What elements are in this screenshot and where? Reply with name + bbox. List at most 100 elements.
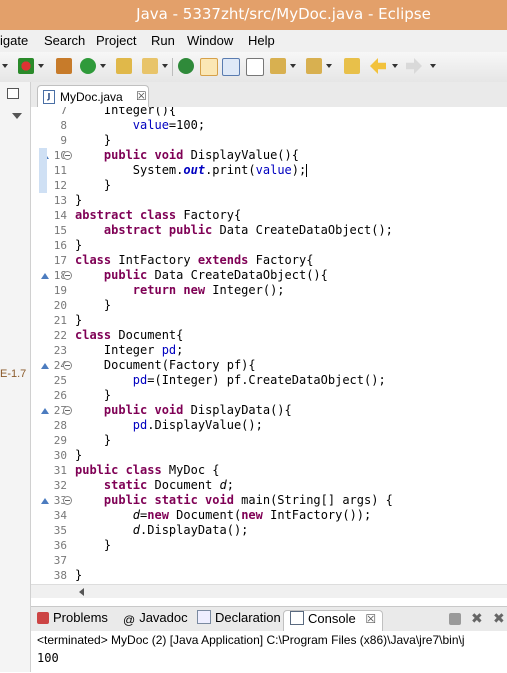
code-token: ; (176, 343, 184, 357)
tab-problems-label: Problems (53, 610, 108, 625)
tab-declaration-label: Declaration (215, 610, 281, 625)
debug-icon[interactable] (18, 58, 34, 74)
code-token: } (75, 433, 112, 447)
toolbar (0, 52, 507, 83)
last-edit-location-icon[interactable] (344, 58, 360, 74)
search-icon[interactable] (178, 58, 194, 74)
chevron-down-icon[interactable] (38, 64, 44, 68)
mark-occurrences-icon[interactable] (200, 58, 218, 76)
fold-toggle-icon[interactable] (63, 361, 72, 370)
chevron-down-icon[interactable] (290, 64, 296, 68)
code-line: public void DisplayData(){ (75, 403, 292, 418)
block-selection-icon[interactable] (222, 58, 240, 76)
tab-problems[interactable]: Problems (37, 610, 108, 630)
view-menu-icon[interactable] (12, 113, 22, 119)
code-token: .print( (205, 163, 256, 177)
line-number: 9 (60, 134, 67, 147)
package-explorer-panel: E-1.7 (0, 82, 31, 672)
title-bar: Java - 5337zht/src/MyDoc.java - Eclipse (0, 0, 507, 30)
line-number: 14 (53, 209, 67, 222)
terminate-icon[interactable] (449, 613, 461, 625)
console-output: 100 (37, 651, 59, 665)
code-token: IntFactory()); (262, 508, 372, 522)
menu-navigate[interactable]: igate (0, 33, 28, 48)
tab-console[interactable]: Console ☒ (283, 610, 384, 631)
forward-arrow-icon[interactable] (406, 58, 422, 74)
code-line: abstract class Factory{ (75, 208, 241, 223)
code-token: public static void (103, 493, 234, 507)
chevron-down-icon[interactable] (430, 64, 436, 68)
next-annotation-icon[interactable] (270, 58, 286, 74)
line-number: 26 (53, 389, 67, 402)
java-file-icon: J (43, 90, 55, 104)
chevron-down-icon[interactable] (162, 64, 168, 68)
code-line: public static void main(String[] args) { (75, 493, 393, 508)
external-tools-icon[interactable] (142, 58, 158, 74)
code-token: Document (147, 478, 220, 492)
line-number: 30 (53, 449, 67, 462)
code-token: pd (161, 343, 177, 357)
code-token: args (342, 493, 372, 507)
tab-javadoc[interactable]: @ Javadoc (123, 610, 188, 630)
code-token: } (75, 388, 112, 402)
horizontal-scrollbar[interactable] (31, 584, 507, 598)
close-icon[interactable]: ☒ (365, 612, 376, 626)
line-number: 8 (60, 119, 67, 132)
line-number: 32 (53, 479, 67, 492)
previous-annotation-icon[interactable] (306, 58, 322, 74)
fold-toggle-icon[interactable] (63, 406, 72, 415)
fold-toggle-icon[interactable] (63, 496, 72, 505)
tab-label: MyDoc.java (60, 90, 123, 104)
code-line: public Data CreateDataObject(){ (75, 268, 328, 283)
restore-icon[interactable] (7, 88, 19, 99)
tab-mydoc-java[interactable]: J MyDoc.java ☒ (37, 85, 149, 108)
code-token: pf (226, 373, 242, 387)
menu-window[interactable]: Window (187, 33, 233, 48)
open-type-icon[interactable] (116, 58, 132, 74)
chevron-down-icon[interactable] (2, 64, 8, 68)
chevron-down-icon[interactable] (392, 64, 398, 68)
remove-launch-icon[interactable]: ✖ (471, 612, 483, 626)
code-token: class (75, 328, 112, 342)
code-line: } (75, 433, 111, 448)
code-line: } (75, 388, 111, 403)
code-token: d (219, 478, 227, 492)
code-token: ) { (371, 493, 393, 507)
code-token: Document{ (111, 328, 184, 342)
code-token: .CreateDataObject(); (241, 373, 386, 387)
scroll-left-icon[interactable] (79, 588, 84, 596)
menu-run[interactable]: Run (151, 33, 175, 48)
views-tab-bar: Problems @ Javadoc Declaration Console ☒ … (31, 606, 507, 632)
remove-all-icon[interactable]: ✖ (493, 612, 505, 626)
code-token: d (132, 523, 141, 537)
code-token: ; (226, 478, 234, 492)
code-token: =100; (168, 118, 206, 132)
chevron-down-icon[interactable] (326, 64, 332, 68)
build-icon[interactable] (56, 58, 72, 74)
menu-help[interactable]: Help (248, 33, 275, 48)
line-number: 34 (53, 509, 67, 522)
code-token: } (75, 538, 112, 552)
code-token: } (75, 133, 112, 147)
fold-toggle-icon[interactable] (63, 271, 72, 280)
show-whitespace-icon[interactable] (246, 58, 264, 76)
menu-search[interactable]: Search (44, 33, 85, 48)
menu-project[interactable]: Project (96, 33, 136, 48)
line-number-gutter: 7 8 9 10 11 12 13 14 15 16 17 18 19 20 21 22 23 24 25 26 27 2… (35, 107, 73, 584)
code-editor[interactable]: 7 8 9 10 11 12 13 14 15 16 17 18 19 20 21 22 23 24 25 26 27 2… (31, 107, 507, 584)
fold-toggle-icon[interactable] (63, 151, 72, 160)
line-number: 31 (53, 464, 67, 477)
code-area[interactable]: Integer(){ value=100; } public void Disp… (75, 107, 507, 584)
run-icon[interactable] (80, 58, 96, 74)
back-arrow-icon[interactable] (370, 58, 386, 74)
code-token: extends (197, 253, 249, 267)
console-view[interactable]: <terminated> MyDoc (2) [Java Application… (31, 631, 507, 673)
tab-declaration[interactable]: Declaration (197, 610, 281, 630)
code-token: abstract public (103, 223, 213, 237)
close-icon[interactable]: ☒ (136, 89, 147, 103)
line-number: 29 (53, 434, 67, 447)
chevron-down-icon[interactable] (100, 64, 106, 68)
